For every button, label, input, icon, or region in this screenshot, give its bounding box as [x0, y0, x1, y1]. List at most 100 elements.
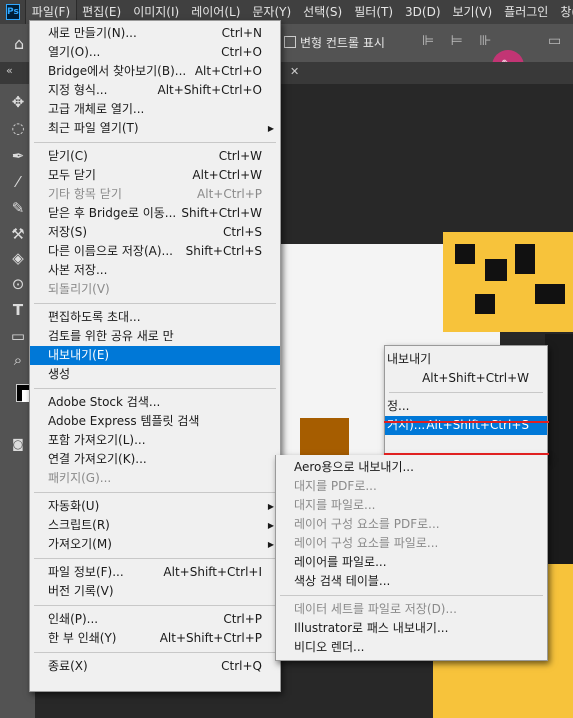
brown-square [300, 418, 349, 460]
menu-item[interactable]: 한 부 인쇄(Y) Alt+Shift+Ctrl+P [30, 629, 280, 648]
menu-item-shortcut: Shift+Ctrl+W [181, 206, 262, 220]
menu-item[interactable]: 종료(X) Ctrl+Q [30, 657, 280, 676]
menu-plugins[interactable]: 플러그인 [498, 0, 554, 24]
menu-item[interactable]: 파일 정보(F)... Alt+Shift+Ctrl+I [30, 563, 280, 582]
menu-item-label: 생성 [48, 367, 71, 381]
menu-item-label: 파일 정보(F)... [48, 565, 124, 579]
menu-item-label: 열기(O)... [48, 45, 101, 59]
menu-item[interactable]: 편집하도록 초대... [30, 308, 280, 327]
menu-item-label: 대지를 파일로... [294, 498, 376, 512]
menu-item[interactable]: Alt+Shift+Ctrl+W [385, 369, 547, 388]
menu-item[interactable]: 내보내기 [385, 350, 547, 369]
home-icon[interactable]: ⌂ [14, 34, 24, 53]
menu-item[interactable]: 인쇄(P)... Ctrl+P [30, 610, 280, 629]
menu-item-shortcut: Ctrl+Q [221, 659, 262, 673]
menu-item-shortcut: Alt+Shift+Ctrl+S [426, 418, 529, 432]
submenu-arrow-icon: ▶ [267, 502, 274, 511]
clone-stamp-icon[interactable]: ⚒ [8, 224, 28, 244]
collapse-icon[interactable]: « [6, 64, 13, 77]
menu-item-shortcut: Ctrl+P [223, 612, 262, 626]
menu-item-label: Illustrator로 패스 내보내기... [294, 621, 449, 635]
menu-item[interactable]: Adobe Stock 검색... [30, 393, 280, 412]
menu-item-label: 닫기(C) [48, 149, 88, 163]
annotation-line-top [384, 421, 549, 423]
menu-item[interactable]: 사본 저장... [30, 261, 280, 280]
menu-view[interactable]: 보기(V) [447, 0, 499, 24]
menu-separator [34, 388, 276, 389]
close-tab-icon[interactable]: ✕ [290, 65, 299, 78]
menu-item[interactable]: 닫은 후 Bridge로 이동... Shift+Ctrl+W [30, 204, 280, 223]
file-menu: 새로 만들기(N)... Ctrl+N 열기(O)... Ctrl+O Bridge에서… [29, 20, 281, 692]
menu-item[interactable]: 모두 닫기 Alt+Ctrl+W [30, 166, 280, 185]
menu-item-shortcut: Ctrl+W [218, 149, 262, 163]
transform-checkbox[interactable] [284, 36, 296, 48]
menu-item[interactable]: 새로 만들기(N)... Ctrl+N [30, 24, 280, 43]
menu-item[interactable]: 포함 가져오기(L)... [30, 431, 280, 450]
menu-item-shortcut: Alt+Ctrl+O [194, 64, 262, 78]
menu-item[interactable]: Bridge에서 찾아보기(B)... Alt+Ctrl+O [30, 62, 280, 81]
pen-tool-icon[interactable]: ⊙ [8, 274, 28, 294]
menu-item: 레이어 구성 요소를 PDF로... [276, 515, 547, 534]
pattern-block [535, 284, 565, 304]
menu-item-label: 레이어를 파일로... [294, 555, 387, 569]
rectangle-tool-icon[interactable]: ▭ [8, 326, 28, 346]
menu-item[interactable]: 연결 가져오기(K)... [30, 450, 280, 469]
menu-item[interactable]: 검토를 위한 공유 새로 만 [30, 327, 280, 346]
menu-item[interactable]: 닫기(C) Ctrl+W [30, 147, 280, 166]
dark-image-region [545, 334, 573, 564]
menu-item-label: 종료(X) [48, 659, 88, 673]
more-icon[interactable]: ▭ [548, 33, 561, 49]
brush-tool-icon[interactable]: ✒ [8, 146, 28, 166]
submenu-arrow-icon: ▶ [267, 124, 274, 133]
menu-item[interactable]: 거시)... Alt+Shift+Ctrl+S [385, 416, 547, 435]
menu-item[interactable]: 최근 파일 열기(T) ▶ [30, 119, 280, 138]
menu-item-label: Aero용으로 내보내기... [294, 460, 414, 474]
menu-item[interactable]: 다른 이름으로 저장(A)... Shift+Ctrl+S [30, 242, 280, 261]
menu-item[interactable]: 정... [385, 397, 547, 416]
menu-item-label: 편집하도록 초대... [48, 310, 141, 324]
menu-item-shortcut: Ctrl+O [221, 45, 262, 59]
menu-item[interactable]: 저장(S) Ctrl+S [30, 223, 280, 242]
menu-3d[interactable]: 3D(D) [399, 0, 446, 24]
zoom-tool-icon[interactable]: ⌕ [8, 350, 28, 370]
menu-item[interactable]: 색상 검색 테이블... [276, 572, 547, 591]
menu-item[interactable]: 열기(O)... Ctrl+O [30, 43, 280, 62]
type-tool-icon[interactable]: T [8, 300, 28, 320]
menu-item[interactable]: 내보내기(E) [30, 346, 280, 365]
menu-item[interactable]: 가져오기(M) ▶ [30, 535, 280, 554]
align-icons[interactable]: ⊫ ⊨ ⊪ [422, 33, 498, 49]
menu-item: 데이터 세트를 파일로 저장(D)... [276, 600, 547, 619]
pattern-block [485, 259, 507, 281]
menu-item[interactable]: Aero용으로 내보내기... [276, 458, 547, 477]
menu-item[interactable]: 스크립트(R) ▶ [30, 516, 280, 535]
menu-item-shortcut: Alt+Ctrl+W [192, 168, 262, 182]
menu-item[interactable]: 지정 형식... Alt+Shift+Ctrl+O [30, 81, 280, 100]
lasso-tool-icon[interactable]: ◌ [8, 118, 28, 138]
menu-item[interactable]: Adobe Express 템플릿 검색 [30, 412, 280, 431]
quick-mask-icon[interactable]: ◙ [8, 434, 28, 454]
menu-filter[interactable]: 필터(T) [348, 0, 399, 24]
menu-item[interactable]: Illustrator로 패스 내보내기... [276, 619, 547, 638]
submenu-arrow-icon: ▶ [267, 540, 274, 549]
healing-tool-icon[interactable]: ✎ [8, 198, 28, 218]
menu-item[interactable]: 고급 개체로 열기... [30, 100, 280, 119]
move-tool-icon[interactable]: ✥ [8, 92, 28, 112]
menu-item-label: 색상 검색 테이블... [294, 574, 391, 588]
menu-item[interactable]: 레이어를 파일로... [276, 553, 547, 572]
menu-item-label: 인쇄(P)... [48, 612, 99, 626]
menu-item-label: 레이어 구성 요소를 PDF로... [294, 517, 440, 531]
eyedropper-tool-icon[interactable]: ⁄ [8, 172, 28, 192]
photoshop-logo: Ps [6, 4, 20, 20]
menu-item-shortcut: Alt+Shift+Ctrl+O [157, 83, 262, 97]
menu-item[interactable]: 비디오 렌더... [276, 638, 547, 657]
menu-item: 되돌리기(V) [30, 280, 280, 299]
menu-item-label: Bridge에서 찾아보기(B)... [48, 64, 187, 78]
menu-item[interactable]: 자동화(U) ▶ [30, 497, 280, 516]
menu-item: 대지를 파일로... [276, 496, 547, 515]
menu-item[interactable]: 버전 기록(V) [30, 582, 280, 601]
menu-window[interactable]: 창( [554, 0, 573, 24]
menu-select[interactable]: 선택(S) [297, 0, 348, 24]
paint-bucket-icon[interactable]: ◈ [8, 248, 28, 268]
pattern-block [475, 294, 495, 314]
menu-item[interactable]: 생성 [30, 365, 280, 384]
